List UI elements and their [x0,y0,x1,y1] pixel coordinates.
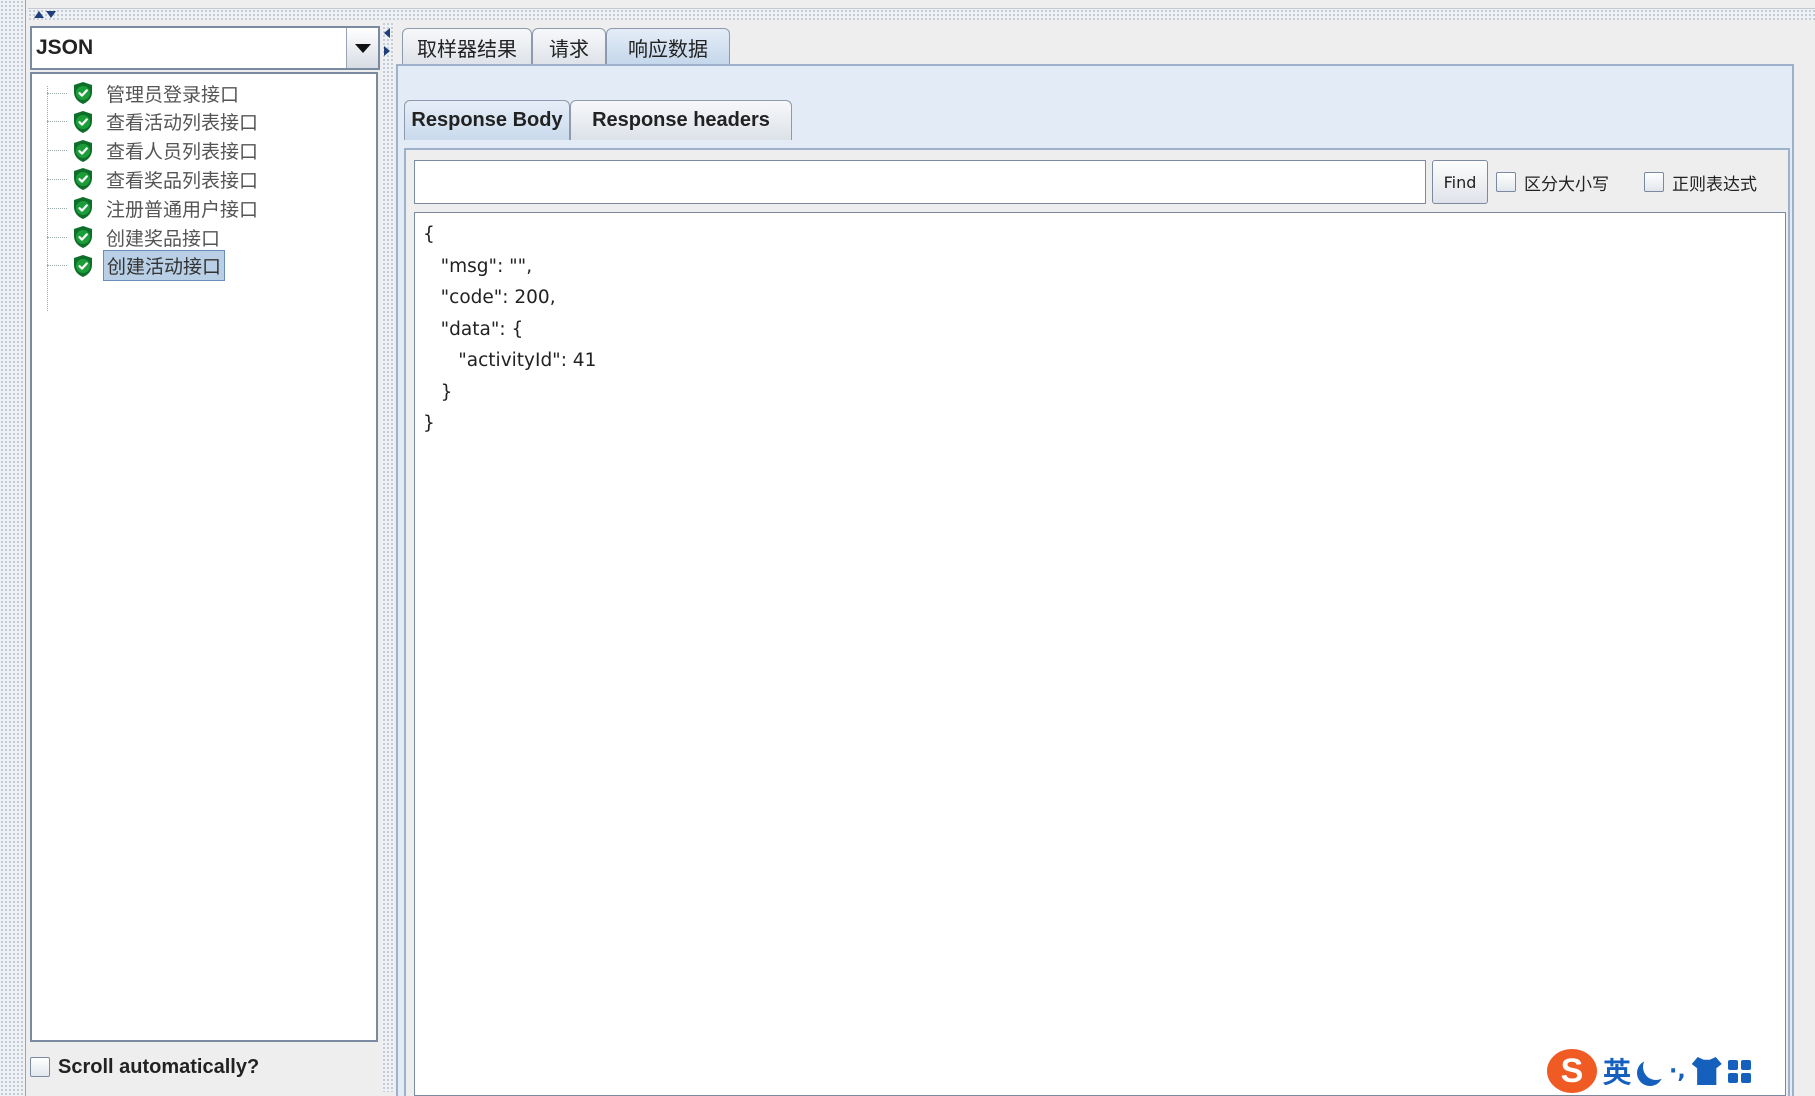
skin-shirt-icon[interactable] [1691,1057,1722,1085]
tree-branch-line [47,150,67,152]
tree-item[interactable]: 创建活动接口 [47,250,226,282]
moon-icon[interactable] [1643,1054,1669,1080]
tab-sampler-result[interactable]: 取样器结果 [402,28,532,66]
tree-item-label: 查看奖品列表接口 [106,169,259,192]
punctuation-mode[interactable]: ·, [1669,1059,1686,1084]
tree-item-label: 注册普通用户接口 [106,198,259,221]
tab-response-headers[interactable]: Response headers [570,100,792,140]
case-sensitive-checkbox[interactable] [1496,172,1516,192]
tab-response-body[interactable]: Response Body [404,100,570,140]
toolbox-grid-icon[interactable] [1727,1059,1751,1083]
sogou-logo-icon[interactable]: S [1547,1049,1597,1093]
tree-branch-line [47,178,67,180]
result-detail-panel: 取样器结果 请求 响应数据 Response Body Response hea… [396,22,1815,1096]
response-data-frame: Response Body Response headers Find 区分大小… [396,64,1794,1096]
response-json: { "msg": "", "code": 200, "data": { "act… [423,224,597,434]
regex-checkbox[interactable] [1644,172,1664,192]
case-sensitive-label: 区分大小写 [1524,174,1609,195]
tree-branch-line [47,236,67,238]
expand-down-icon[interactable] [46,11,56,18]
chevron-down-icon [354,43,371,53]
expand-right-icon[interactable] [384,46,390,56]
scroll-automatically-label: Scroll automatically? [58,1055,260,1078]
tree-item[interactable]: 注册普通用户接口 [47,193,261,223]
tree-branch-line [47,121,67,123]
dropdown-button[interactable] [346,28,378,68]
regex-option[interactable]: 正则表达式 [1644,160,1757,204]
response-body-text[interactable]: { "msg": "", "code": 200, "data": { "act… [414,212,1786,1096]
ime-mode-label[interactable]: 英 [1603,1051,1631,1091]
tree-item-label: 查看人员列表接口 [106,141,259,164]
tab-response-data[interactable]: 响应数据 [606,28,730,66]
tree-item[interactable]: 管理员登录接口 [47,78,242,108]
split-arrows[interactable] [34,11,56,18]
success-shield-icon [71,253,95,279]
tree-branch-line [47,265,67,267]
success-shield-icon [71,224,95,250]
success-shield-icon [71,80,95,106]
ime-toolbar[interactable]: S 英 ·, [1547,1048,1751,1094]
tree-item-label: 创建活动接口 [103,250,226,282]
tab-request[interactable]: 请求 [532,28,606,66]
success-shield-icon [71,109,95,135]
tree-item-label: 查看活动列表接口 [106,112,259,135]
success-shield-icon [71,195,95,221]
top-split-bar[interactable] [28,8,1815,20]
response-body-frame: Find 区分大小写 正则表达式 { "msg": "", "code": 20… [404,148,1790,1096]
scroll-automatically-option[interactable]: Scroll automatically? [30,1048,259,1086]
left-edge-strip [0,0,26,1096]
collapse-up-icon[interactable] [34,11,44,18]
find-button[interactable]: Find [1432,160,1488,204]
sampler-tree[interactable]: 管理员登录接口 查看活动列表接口 查看人员列表接口 查看奖品列表接口 注册普通用户接口创… [30,72,378,1042]
success-shield-icon [71,166,95,192]
panel-splitter[interactable] [382,22,394,1092]
collapse-left-icon[interactable] [384,28,390,38]
tree-branch-line [47,207,67,209]
renderer-select-value: JSON [36,36,94,59]
regex-label: 正则表达式 [1672,174,1757,195]
case-sensitive-option[interactable]: 区分大小写 [1496,160,1609,204]
tree-item-label: 创建奖品接口 [106,227,221,250]
tree-branch-line [47,92,67,94]
search-input[interactable] [414,160,1426,204]
success-shield-icon [71,138,95,164]
renderer-select[interactable]: JSON [30,26,380,70]
tree-item[interactable]: 查看活动列表接口 [47,107,261,137]
tree-item[interactable]: 查看人员列表接口 [47,136,261,166]
scroll-automatically-checkbox[interactable] [30,1057,50,1077]
results-tree-panel: JSON 管理员登录接口 查看活动列表接口 查看人员列表接口 查看奖品列表接口 注册普通… [28,22,380,1092]
tree-item[interactable]: 创建奖品接口 [47,222,223,252]
tree-item[interactable]: 查看奖品列表接口 [47,164,261,194]
tree-item-label: 管理员登录接口 [106,83,240,106]
